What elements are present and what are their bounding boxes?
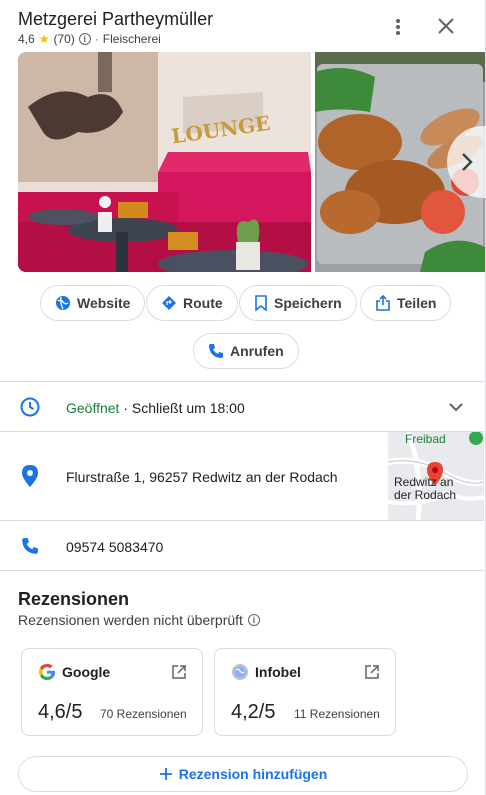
close-button[interactable] xyxy=(434,14,458,38)
expand-hours-button[interactable] xyxy=(447,398,465,421)
add-review-button[interactable]: Rezension hinzufügen xyxy=(18,756,468,792)
divider xyxy=(0,381,484,382)
chevron-down-icon xyxy=(449,403,463,412)
google-logo-icon xyxy=(39,664,55,680)
review-source-card-infobel[interactable]: Infobel 4,2/5 11 Rezensionen xyxy=(214,648,396,736)
save-button[interactable]: Speichern xyxy=(239,285,357,321)
reviews-subtitle: Rezensionen werden nicht überprüft xyxy=(18,612,243,628)
rating-row: 4,6 ★ (70) i · Fleischerei xyxy=(18,32,161,46)
closing-time: · Schließt um 18:00 xyxy=(119,400,245,416)
call-button[interactable]: Anrufen xyxy=(193,333,299,369)
rating-value: 4,6 xyxy=(18,32,35,46)
phone-number[interactable]: 09574 5083470 xyxy=(66,539,163,555)
reviews-subtitle-row: Rezensionen werden nicht überprüft i xyxy=(18,612,260,628)
share-label: Teilen xyxy=(397,295,437,311)
website-button[interactable]: Website xyxy=(40,285,146,321)
reviews-count[interactable]: (70) xyxy=(53,32,74,46)
call-label: Anrufen xyxy=(230,343,284,359)
open-status: Geöffnet xyxy=(66,400,120,416)
photo-interior[interactable]: LOUNGE xyxy=(18,52,311,272)
review-source-name: Google xyxy=(62,664,111,680)
reviews-heading: Rezensionen xyxy=(18,589,130,609)
chevron-right-icon xyxy=(462,153,473,171)
separator: · xyxy=(94,32,99,46)
route-label: Route xyxy=(183,295,223,311)
globe-icon xyxy=(56,296,70,310)
phone-icon xyxy=(21,537,39,560)
save-label: Speichern xyxy=(274,295,342,311)
share-button[interactable]: Teilen xyxy=(360,285,452,321)
open-in-new-icon xyxy=(172,665,186,679)
location-pin-icon xyxy=(22,465,38,492)
directions-icon xyxy=(162,296,176,310)
close-icon xyxy=(438,18,454,34)
divider xyxy=(0,570,484,571)
opening-hours[interactable]: Geöffnet · Schließt um 18:00 xyxy=(66,400,245,416)
more-vert-icon xyxy=(396,19,400,35)
divider xyxy=(0,520,484,521)
review-score: 4,2/5 xyxy=(231,701,276,723)
star-icon: ★ xyxy=(38,32,50,46)
review-count: 70 Rezensionen xyxy=(100,707,187,721)
review-source-card-google[interactable]: Google 4,6/5 70 Rezensionen xyxy=(21,648,203,736)
website-label: Website xyxy=(77,295,131,311)
more-options-button[interactable] xyxy=(388,14,408,42)
place-title: Metzgerei Partheymüller xyxy=(18,9,214,29)
bookmark-icon xyxy=(255,295,267,311)
add-review-label: Rezension hinzufügen xyxy=(178,766,328,782)
map-town-label-line2: der Rodach xyxy=(394,488,457,502)
globe-icon xyxy=(232,664,248,680)
address-text[interactable]: Flurstraße 1, 96257 Redwitz an der Rodac… xyxy=(66,469,338,485)
place-panel: Metzgerei Partheymüller 4,6 ★ (70) i · F… xyxy=(0,0,486,795)
review-count: 11 Rezensionen xyxy=(294,707,380,721)
info-icon[interactable]: i xyxy=(247,614,260,626)
plus-icon xyxy=(159,768,172,780)
map-poi-label: Freibad xyxy=(405,432,446,446)
review-source-name: Infobel xyxy=(255,664,301,680)
review-score: 4,6/5 xyxy=(38,701,83,723)
map-thumbnail[interactable]: Freibad Redwitz an der Rodach xyxy=(388,432,484,520)
share-icon xyxy=(376,295,390,311)
info-icon[interactable]: i xyxy=(78,33,91,45)
route-button[interactable]: Route xyxy=(146,285,238,321)
phone-icon xyxy=(209,344,223,358)
category-label: Fleischerei xyxy=(102,32,161,46)
open-in-new-icon xyxy=(365,665,379,679)
clock-icon xyxy=(20,397,40,422)
